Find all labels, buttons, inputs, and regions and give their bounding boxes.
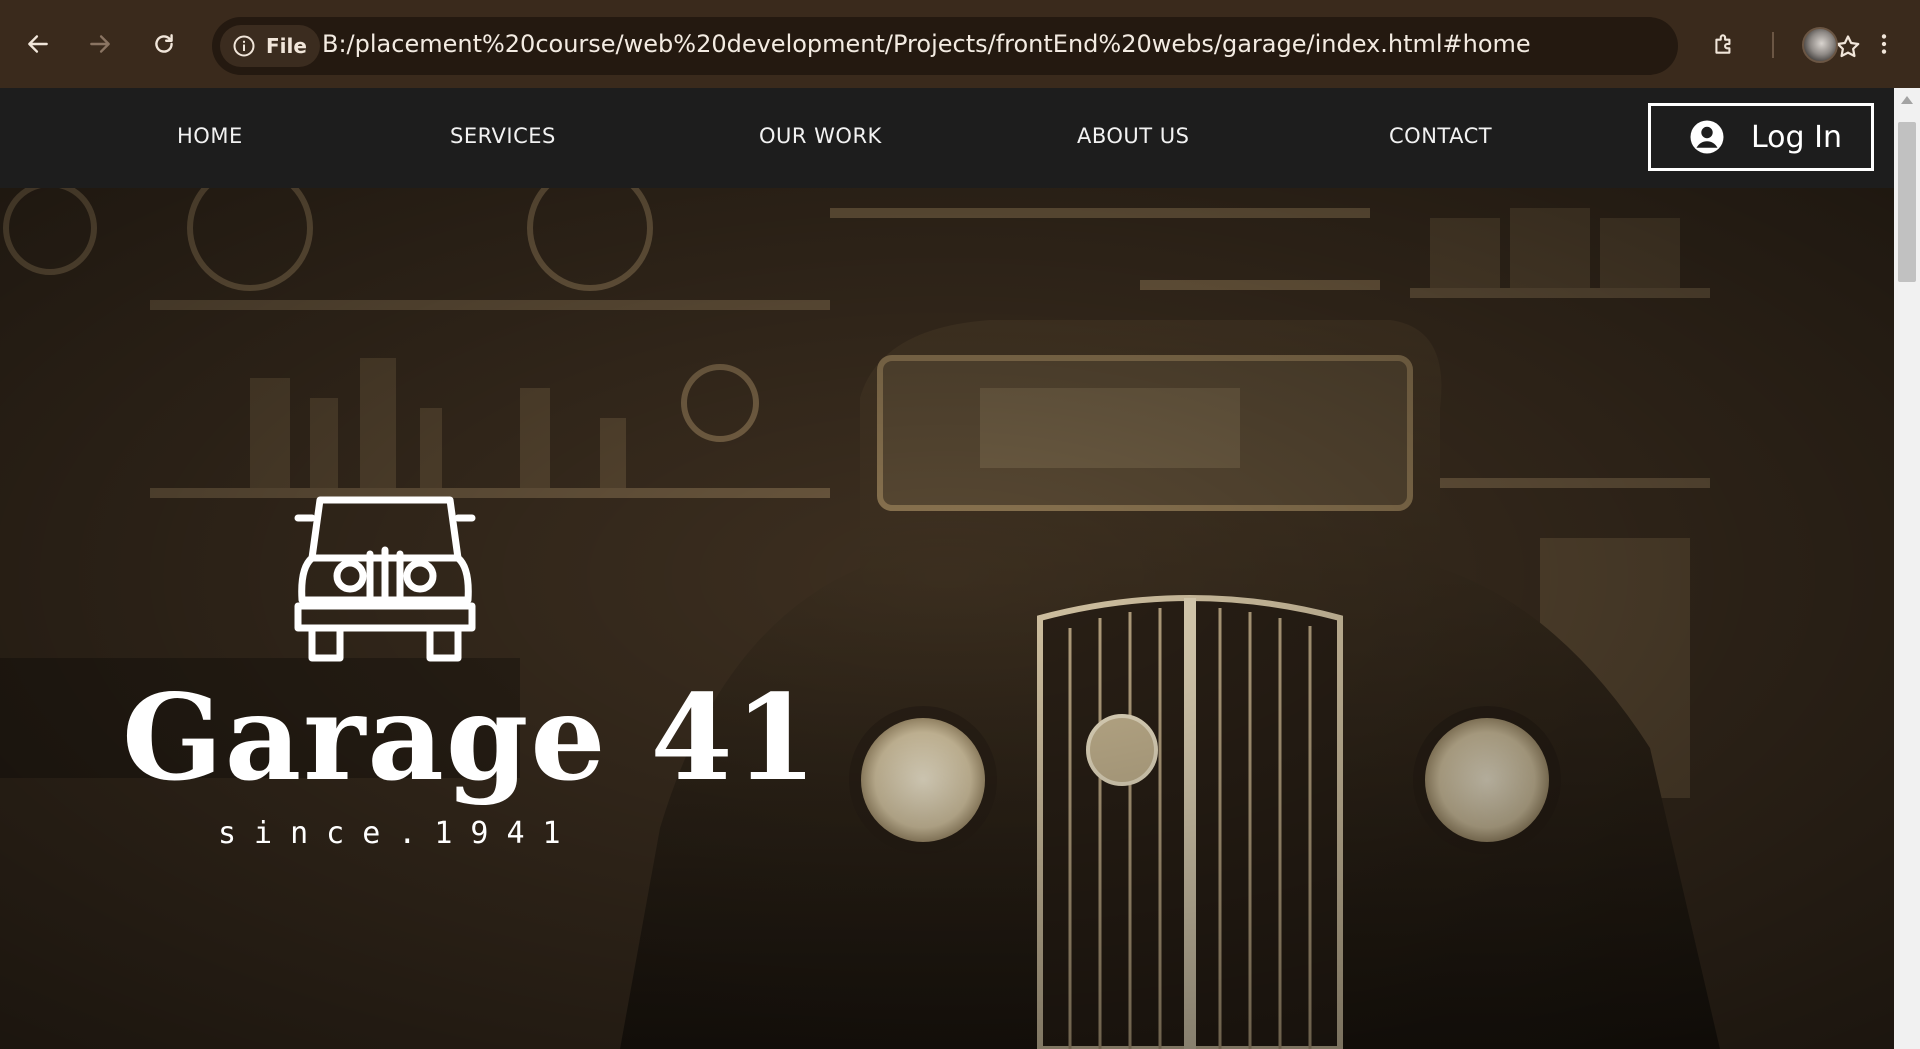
info-icon: [233, 35, 255, 57]
back-button[interactable]: [16, 22, 60, 66]
toolbar-divider: [1772, 32, 1774, 58]
browser-menu-button[interactable]: [1862, 22, 1906, 66]
address-bar[interactable]: File B:/placement%20course/web%20develop…: [212, 17, 1860, 75]
hero-background-image: [0, 188, 1894, 1049]
arrow-right-icon: [90, 35, 110, 53]
scrollbar-thumb[interactable]: [1898, 122, 1916, 282]
page-scrollbar[interactable]: [1894, 88, 1920, 1049]
user-circle-icon: [1690, 120, 1724, 154]
site-info-chip[interactable]: File: [220, 25, 320, 67]
nav-link-services[interactable]: SERVICES: [450, 124, 556, 148]
star-icon: [1836, 35, 1860, 58]
reload-button[interactable]: [142, 22, 186, 66]
nav-link-our-work[interactable]: OUR WORK: [759, 124, 882, 148]
arrow-left-icon: [28, 35, 48, 53]
more-vertical-icon: [1881, 34, 1887, 54]
nav-link-contact[interactable]: CONTACT: [1389, 124, 1492, 148]
login-button[interactable]: Log In: [1648, 103, 1874, 171]
web-page: HOME SERVICES OUR WORK ABOUT US CONTACT …: [0, 88, 1894, 1049]
browser-toolbar: File B:/placement%20course/web%20develop…: [0, 0, 1920, 88]
profile-avatar[interactable]: [1802, 27, 1838, 63]
hero-subtitle: since.1941: [218, 816, 579, 851]
puzzle-icon: [1715, 34, 1731, 54]
site-navbar: HOME SERVICES OUR WORK ABOUT US CONTACT …: [0, 88, 1894, 188]
nav-link-home[interactable]: HOME: [177, 124, 243, 148]
url-text[interactable]: B:/placement%20course/web%20development/…: [322, 30, 1531, 58]
vintage-car-logo-icon: [294, 496, 476, 662]
hero-title: Garage 41: [122, 668, 819, 807]
scroll-up-arrow-icon[interactable]: [1901, 96, 1913, 104]
hero-section: Garage 41 since.1941: [0, 188, 1894, 1049]
reload-icon: [155, 34, 173, 53]
nav-link-about-us[interactable]: ABOUT US: [1077, 124, 1190, 148]
login-label: Log In: [1751, 119, 1842, 155]
extensions-button[interactable]: [1702, 22, 1746, 66]
file-chip-label: File: [266, 34, 307, 58]
forward-button[interactable]: [78, 22, 122, 66]
